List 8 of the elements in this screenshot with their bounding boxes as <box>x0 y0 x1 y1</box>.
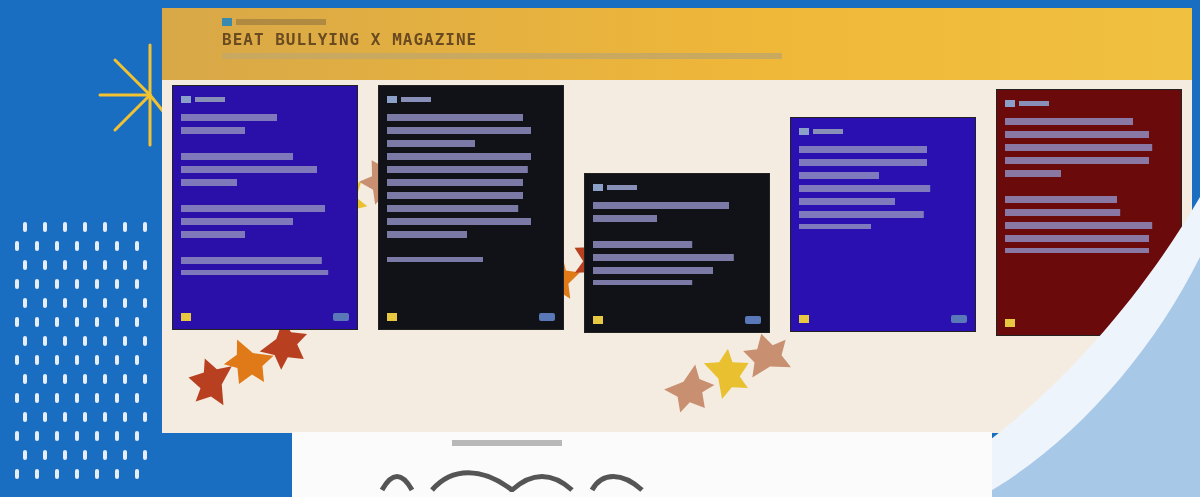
board-title: BEAT BULLYING X MAGAZINE <box>222 30 479 49</box>
post-card[interactable] <box>378 85 564 330</box>
comment-icon[interactable] <box>539 313 555 321</box>
post-card[interactable] <box>996 89 1182 336</box>
post-card[interactable] <box>584 173 770 333</box>
comment-icon[interactable] <box>951 315 967 323</box>
comment-icon[interactable] <box>745 316 761 324</box>
comment-icon[interactable] <box>333 313 349 321</box>
